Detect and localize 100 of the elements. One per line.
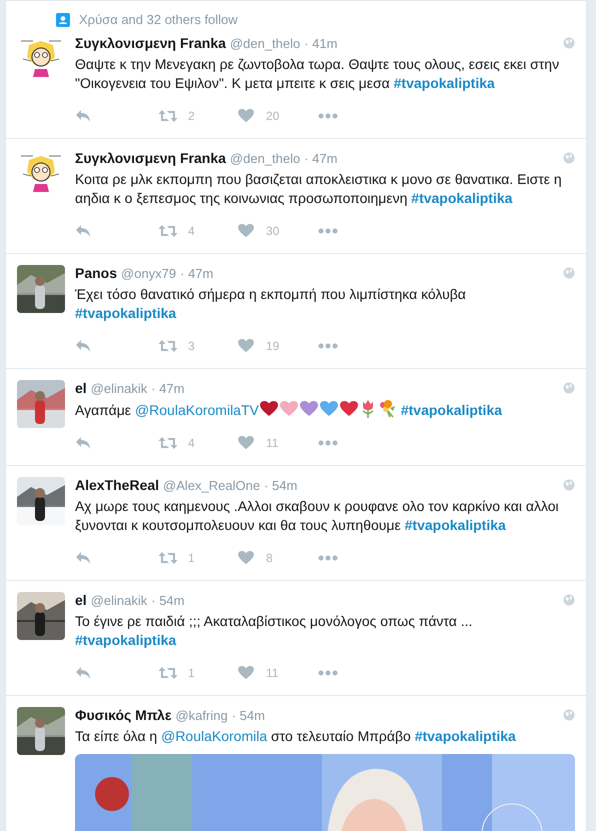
more-button[interactable] (318, 342, 338, 348)
retweet-count: 1 (188, 664, 195, 682)
tweet-time[interactable]: · 54m (151, 590, 184, 610)
globe-icon[interactable] (563, 382, 575, 394)
retweet-icon (158, 666, 178, 680)
user-handle[interactable]: @onyx79 (121, 264, 176, 283)
hashtag-link[interactable]: #tvapokaliptika (414, 728, 516, 744)
reply-icon (75, 666, 91, 680)
tweet-time[interactable]: · 54m (264, 476, 298, 495)
reply-icon (75, 338, 91, 352)
user-handle[interactable]: @elinakik (90, 590, 148, 610)
retweet-icon (158, 224, 178, 238)
globe-icon[interactable] (563, 267, 575, 279)
tweet-text: Αγαπάμε @RoulaKoromilaTV #tvapokaliptika (75, 400, 504, 420)
like-count: 11 (266, 434, 278, 452)
user-name[interactable]: Φυσικός Μπλε (75, 704, 172, 726)
retweet-count: 1 (188, 550, 195, 566)
retweet-count: 3 (188, 338, 195, 354)
user-name[interactable]: Συγκλονισμενη Franka (75, 32, 226, 54)
mention-link[interactable]: @RoulaKoromilaTV (134, 402, 259, 418)
like-button[interactable]: 30 (238, 222, 318, 240)
user-name[interactable]: el (75, 590, 87, 610)
like-count: 30 (266, 222, 280, 240)
user-handle[interactable]: @den_thelo (230, 148, 300, 168)
more-icon (318, 554, 338, 560)
user-handle[interactable]: @elinakik (90, 378, 148, 398)
person-icon (56, 12, 70, 27)
social-context: Χρύσα and 32 others follow (79, 11, 238, 29)
retweet-count: 4 (188, 434, 195, 452)
more-icon (318, 670, 338, 676)
hashtag-link[interactable]: #tvapokaliptika (75, 304, 176, 320)
reply-icon (75, 224, 91, 238)
globe-icon[interactable] (563, 709, 575, 721)
tweet-time[interactable]: · 47m (304, 148, 338, 168)
tweet-text: Κοιτα ρε μλκ εκπομπη που βασιζεται αποκλειστικα κ μονο σε θανατικα. Ειστε η αηδια κ ο ξεπεσμος της κοινωνιας προσωποποιημενη #tvapokaliptika (75, 170, 563, 208)
retweet-count: 4 (188, 222, 195, 240)
more-icon (318, 440, 338, 446)
hashtag-link[interactable]: #tvapokaliptika (75, 632, 176, 648)
globe-icon[interactable] (563, 152, 575, 164)
retweet-icon (158, 436, 178, 450)
retweet-button[interactable]: 1 (158, 664, 238, 682)
globe-icon[interactable] (563, 37, 575, 49)
like-count: 8 (266, 550, 273, 566)
more-button[interactable] (318, 440, 338, 446)
tweet-text: Αχ μωρε τους καημενους .Αλλοι σκαβουν κ ρουφανε ολο τον καρκίνο και αλλοι ξυνονται κ κουτσομπολευουν και θα τους λυπηθουμε #tvapokaliptika (75, 496, 560, 534)
tweet-time[interactable]: · 47m (151, 378, 184, 398)
more-button[interactable] (318, 670, 338, 676)
like-count: 19 (266, 338, 280, 354)
user-name[interactable]: Συγκλονισμενη Franka (75, 148, 226, 168)
retweet-button[interactable]: 2 (158, 106, 238, 124)
more-button[interactable] (318, 228, 338, 234)
heart-icon (238, 108, 254, 122)
like-button[interactable]: 19 (238, 336, 318, 354)
more-button[interactable] (318, 554, 338, 560)
globe-icon[interactable] (563, 594, 575, 606)
retweet-icon (158, 550, 178, 564)
reply-icon (75, 436, 91, 450)
tweet-text: Θαψτε κ την Μενεγακη ρε ζωντοβολα τωρα. Θαψτε τους ολους, εσεις εκει στην "Οικογενεια του Εψιλον". Κ μετα μπειτε κ σεις μεσα #tvapokaliptika (75, 54, 560, 92)
like-count: 11 (266, 664, 278, 682)
hashtag-link[interactable]: #tvapokaliptika (400, 402, 502, 418)
heart-icon (238, 224, 254, 238)
heart-icon (238, 436, 254, 450)
tweet-time[interactable]: · 54m (232, 706, 265, 725)
user-handle[interactable]: @Alex_RealOne (163, 476, 260, 495)
heart-icon (238, 550, 254, 564)
user-handle[interactable]: @den_thelo (230, 34, 300, 53)
retweet-count: 2 (188, 108, 195, 124)
globe-icon[interactable] (563, 479, 575, 491)
heart-icon (238, 338, 254, 352)
more-button[interactable] (318, 112, 338, 118)
like-count: 20 (266, 108, 280, 124)
retweet-button[interactable]: 3 (158, 336, 238, 354)
like-button[interactable]: 8 (238, 548, 318, 566)
user-handle[interactable]: @kafring (175, 706, 228, 725)
mention-link[interactable]: @RoulaKoromila (161, 728, 268, 744)
tweet-time[interactable]: · 41m (304, 34, 338, 53)
retweet-icon (158, 338, 178, 352)
heart-icon (238, 666, 254, 680)
retweet-icon (158, 108, 178, 122)
more-icon (318, 228, 338, 234)
user-name[interactable]: AlexTheReal (75, 474, 160, 496)
like-button[interactable]: 11 (238, 664, 318, 682)
user-name[interactable]: el (75, 378, 87, 398)
retweet-button[interactable]: 4 (158, 434, 238, 452)
hashtag-link[interactable]: #tvapokaliptika (411, 190, 512, 206)
reply-icon (75, 108, 91, 122)
more-icon (318, 342, 338, 348)
like-button[interactable]: 20 (238, 106, 318, 124)
hashtag-link[interactable]: #tvapokaliptika (394, 74, 495, 90)
more-icon (318, 112, 338, 118)
tweet-text: Τα είπε όλα η @RoulaKoromila στο τελευταίο Μπράβο #tvapokaliptika (75, 726, 517, 746)
retweet-button[interactable]: 1 (158, 548, 238, 566)
hashtag-link[interactable]: #tvapokaliptika (404, 516, 506, 532)
tweet-time[interactable]: · 47m (180, 264, 214, 283)
retweet-button[interactable]: 4 (158, 222, 238, 240)
reply-icon (75, 550, 91, 564)
like-button[interactable]: 11 (238, 434, 318, 452)
tweet-text: Έχει τόσο θανατικό σήμερα η εκπομπή που λιμπίστηκα κόλυβα #tvapokaliptika (75, 284, 467, 322)
tweet-text: Το έγινε ρε παιδιά ;;; Ακαταλαβίστικος μονόλογος οπως πάντα ... #tvapokaliptika (75, 612, 474, 650)
user-name[interactable]: Panos (75, 262, 118, 284)
